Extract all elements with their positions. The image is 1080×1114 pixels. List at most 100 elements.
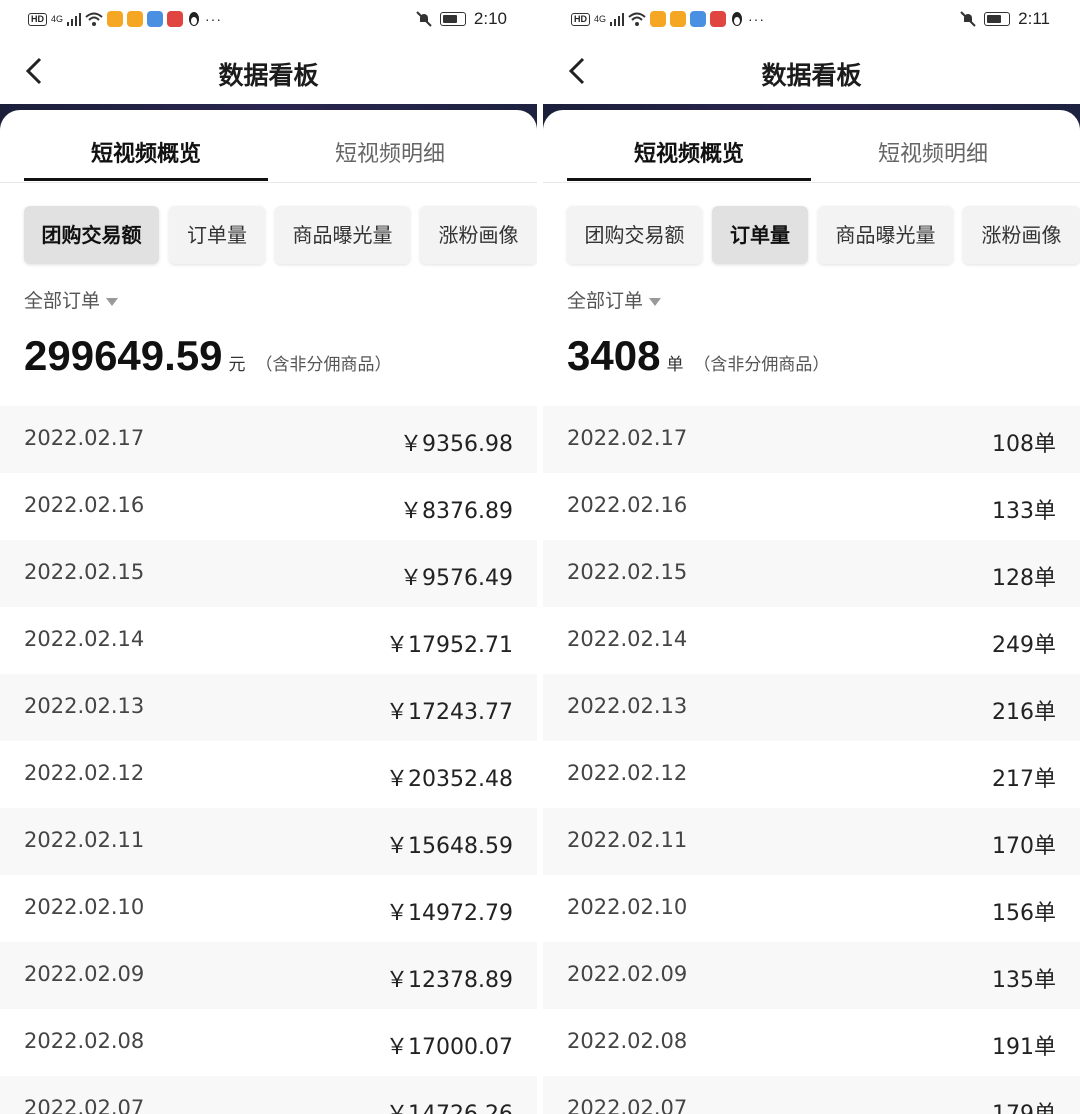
- order-filter-dropdown[interactable]: 全部订单: [24, 286, 119, 313]
- table-row: 2022.02.14 249单: [543, 607, 1080, 674]
- table-row: 2022.02.15 128单: [543, 540, 1080, 607]
- hd-icon: HD: [571, 12, 590, 26]
- row-value: 191单: [992, 1035, 1056, 1060]
- total-note: （含非分佣商品）: [693, 355, 830, 375]
- row-date: 2022.02.16: [24, 493, 145, 517]
- signal-bars-icon: [610, 13, 625, 26]
- row-date: 2022.02.14: [567, 627, 688, 651]
- row-date: 2022.02.13: [24, 694, 145, 718]
- app-notification-icon: [710, 11, 727, 27]
- row-date: 2022.02.08: [24, 1029, 145, 1053]
- chip-fans[interactable]: 涨粉画像: [420, 206, 537, 264]
- hd-icon: HD: [28, 12, 47, 26]
- table-row: 2022.02.15 ￥9576.49: [0, 540, 537, 607]
- row-date: 2022.02.14: [24, 627, 145, 651]
- table-row: 2022.02.13 ￥17243.77: [0, 674, 537, 741]
- chip-exposure[interactable]: 商品曝光量: [818, 206, 953, 264]
- row-value: 135单: [992, 968, 1056, 993]
- table-row: 2022.02.09 135单: [543, 942, 1080, 1009]
- screen-gmv: HD 4G ··· 2:10 数据看板 短视频概览 短视频明细 团购交易额 订单…: [0, 0, 537, 1114]
- caret-down-icon: [649, 297, 662, 306]
- wifi-icon: [85, 12, 103, 26]
- row-value: ￥14726.26: [386, 1096, 513, 1114]
- chip-orders[interactable]: 订单量: [712, 206, 808, 264]
- row-date: 2022.02.17: [24, 426, 145, 450]
- total-value: 3408: [567, 332, 661, 379]
- signal-icon: 4G: [51, 14, 64, 24]
- table-row: 2022.02.14 ￥17952.71: [0, 607, 537, 674]
- row-value: 179单: [992, 1096, 1056, 1114]
- row-value: 216单: [992, 700, 1056, 725]
- page-title: 数据看板: [761, 61, 862, 90]
- more-notifications-icon: ···: [748, 11, 766, 27]
- page-title: 数据看板: [218, 61, 319, 90]
- screen-orders: HD 4G ··· 2:11 数据看板 短视频概览 短视频明细 团购交易额 订单…: [543, 0, 1080, 1114]
- chip-gmv[interactable]: 团购交易额: [567, 206, 702, 264]
- row-date: 2022.02.15: [567, 560, 688, 584]
- tab-overview[interactable]: 短视频概览: [567, 136, 811, 168]
- row-date: 2022.02.09: [567, 962, 688, 986]
- wifi-icon: [628, 12, 646, 26]
- weibo-app-icon: [107, 11, 124, 27]
- chip-orders[interactable]: 订单量: [169, 206, 265, 264]
- table-row: 2022.02.17 ￥9356.98: [0, 406, 537, 473]
- table-row: 2022.02.17 108单: [543, 406, 1080, 473]
- table-row: 2022.02.11 ￥15648.59: [0, 808, 537, 875]
- row-value: 128单: [992, 566, 1056, 591]
- total-unit: 单: [666, 355, 684, 375]
- more-notifications-icon: ···: [205, 11, 223, 27]
- table-row: 2022.02.16 133单: [543, 473, 1080, 540]
- row-value: ￥12378.89: [386, 968, 513, 993]
- table-row: 2022.02.10 ￥14972.79: [0, 875, 537, 942]
- battery-icon: [439, 12, 466, 26]
- mute-bell-icon: [960, 11, 976, 27]
- table-row: 2022.02.07 ￥14726.26: [0, 1076, 537, 1114]
- row-value: 108单: [992, 432, 1056, 457]
- mute-bell-icon: [416, 11, 432, 27]
- daily-list: 2022.02.17 108单 2022.02.16 133单 2022.02.15…: [543, 406, 1080, 1114]
- total-summary: 3408 单 （含非分佣商品）: [567, 332, 829, 380]
- content-card: 短视频概览 短视频明细 团购交易额 订单量 商品曝光量 涨粉画像 全部订单 29…: [0, 110, 537, 1114]
- row-date: 2022.02.07: [24, 1096, 145, 1114]
- status-bar: HD 4G ··· 2:10: [0, 0, 537, 40]
- row-date: 2022.02.12: [24, 761, 145, 785]
- tab-indicator: [567, 178, 811, 181]
- row-value: 156单: [992, 901, 1056, 926]
- search-app-icon: [690, 11, 707, 27]
- row-date: 2022.02.11: [24, 828, 145, 852]
- chip-exposure[interactable]: 商品曝光量: [275, 206, 410, 264]
- chip-fans[interactable]: 涨粉画像: [963, 206, 1080, 264]
- chip-gmv[interactable]: 团购交易额: [24, 206, 159, 264]
- tab-overview[interactable]: 短视频概览: [24, 136, 268, 168]
- weibo-app-icon-2: [127, 11, 144, 27]
- clock: 2:11: [1018, 9, 1050, 28]
- table-row: 2022.02.12 217单: [543, 741, 1080, 808]
- order-filter-dropdown[interactable]: 全部订单: [567, 286, 662, 313]
- order-filter-label: 全部订单: [24, 290, 101, 312]
- row-date: 2022.02.17: [567, 426, 688, 450]
- row-date: 2022.02.10: [567, 895, 688, 919]
- battery-icon: [984, 12, 1011, 26]
- tab-details[interactable]: 短视频明细: [268, 136, 512, 168]
- daily-list: 2022.02.17 ￥9356.98 2022.02.16 ￥8376.89 20…: [0, 406, 537, 1114]
- table-row: 2022.02.13 216单: [543, 674, 1080, 741]
- row-value: 217单: [992, 767, 1056, 792]
- row-value: ￥14972.79: [386, 901, 513, 926]
- table-row: 2022.02.10 156单: [543, 875, 1080, 942]
- table-row: 2022.02.16 ￥8376.89: [0, 473, 537, 540]
- row-value: 170单: [992, 834, 1056, 859]
- row-date: 2022.02.07: [567, 1096, 688, 1114]
- row-value: ￥17243.77: [386, 700, 513, 725]
- tab-bar: 短视频概览 短视频明细: [0, 110, 537, 183]
- row-date: 2022.02.11: [567, 828, 688, 852]
- row-value: 133单: [992, 499, 1056, 524]
- tab-details[interactable]: 短视频明细: [811, 136, 1055, 168]
- weibo-app-icon: [650, 11, 667, 27]
- caret-down-icon: [106, 297, 119, 306]
- order-filter-label: 全部订单: [567, 290, 644, 312]
- tab-indicator: [24, 178, 268, 181]
- row-value: ￥9576.49: [400, 566, 513, 591]
- row-date: 2022.02.15: [24, 560, 145, 584]
- table-row: 2022.02.07 179单: [543, 1076, 1080, 1114]
- table-row: 2022.02.08 191单: [543, 1009, 1080, 1076]
